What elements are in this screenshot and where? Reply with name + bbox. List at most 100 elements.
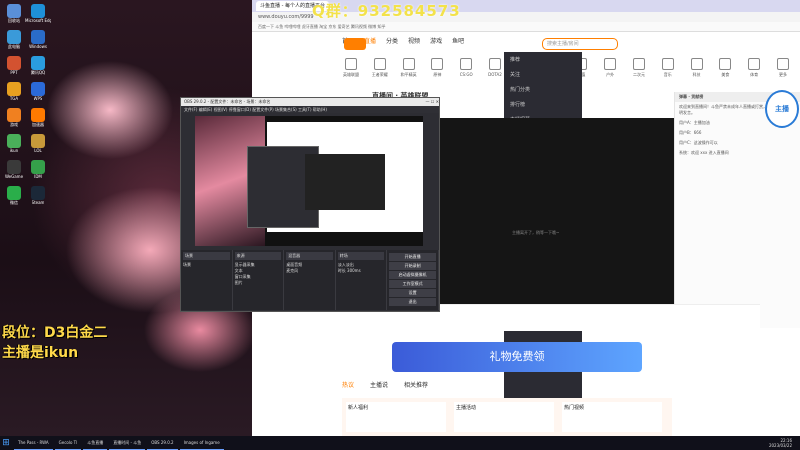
category-icon (748, 58, 761, 70)
search-input[interactable]: 搜索主播/房间 (542, 38, 618, 50)
taskbar-item[interactable]: Gecolo Tl (54, 437, 82, 450)
mascot-badge[interactable]: 主播 (765, 90, 799, 128)
category-icon (776, 58, 789, 70)
desktop-icon[interactable]: Microsoft Edge (25, 4, 51, 30)
site-logo[interactable] (344, 38, 366, 50)
category-item[interactable]: 王者荣耀 (371, 58, 389, 82)
category-item[interactable]: 更多 (774, 58, 792, 82)
bookmarks-bar[interactable]: 百度一下 斗鱼 哔哩哔哩 虎牙直播 淘宝 京东 爱奇艺 腾讯视频 微博 知乎 (252, 22, 800, 32)
app-icon (31, 186, 45, 200)
side-menu-item[interactable]: 热门分类 (504, 82, 582, 97)
obs-preview[interactable] (195, 116, 423, 246)
category-item[interactable]: DOTA2 (486, 58, 504, 82)
app-icon (31, 30, 45, 44)
desktop-icon[interactable]: WeGame (3, 160, 25, 186)
app-icon (31, 134, 45, 148)
obs-control-button[interactable]: 退出 (389, 298, 436, 306)
desktop-icon[interactable]: TGA (3, 82, 25, 108)
recommend-card[interactable]: 主播活动 (454, 402, 554, 432)
gift-banner[interactable]: 礼物免费领 (392, 342, 642, 372)
desktop-icon[interactable]: PPT (3, 56, 25, 82)
desktop-icon[interactable]: 回收站 (3, 4, 25, 30)
category-label: CS:GO (459, 72, 473, 77)
desktop-icon[interactable]: 微信 (3, 186, 25, 212)
desktop-icon-label: Steam (31, 200, 45, 205)
category-label: 音乐 (663, 72, 672, 77)
desktop-icon[interactable]: 游戏 (3, 108, 25, 134)
obs-control-button[interactable]: 启动虚拟摄像机 (389, 271, 436, 279)
dock-item[interactable]: 场景 (183, 262, 230, 268)
taskbar: ⊞ The Pass - RWA Gecolo Tl 斗鱼直播 直播时间 - 斗鱼 OB… (0, 436, 800, 450)
obs-menu-bar[interactable]: 文件(F) 编辑(E) 视图(V) 停靠窗口(D) 配置文件(P) 场景集合(S… (181, 106, 439, 113)
chat-message: 系统：欢迎 xxx 进入直播间 (679, 150, 729, 155)
dock-item[interactable]: 图片 (235, 280, 282, 286)
lower-tabs: 热议 主播说 相关推荐 (342, 380, 428, 389)
obs-window: OBS 29.0.2 - 配置文件：未命名 - 场景：未命名 — ☐ ✕ 文件(… (180, 97, 440, 312)
dock-header: 转场 (337, 252, 385, 260)
desktop-icon[interactable]: 腾讯QQ (27, 56, 49, 82)
app-icon (7, 186, 21, 200)
app-icon (7, 30, 21, 44)
obs-control-button[interactable]: 开始直播 (389, 253, 436, 261)
category-icon (402, 58, 415, 70)
category-item[interactable]: 英雄联盟 (342, 58, 360, 82)
recommend-card[interactable]: 新人福利 (346, 402, 446, 432)
category-item[interactable]: 科技 (688, 58, 706, 82)
dock-header: 混音器 (286, 252, 333, 260)
taskbar-item[interactable]: The Pass - RWA (14, 437, 53, 450)
desktop-icon[interactable]: Steam (27, 186, 49, 212)
obs-title-bar: OBS 29.0.2 - 配置文件：未命名 - 场景：未命名 — ☐ ✕ (181, 98, 439, 106)
category-label: 体育 (750, 72, 759, 77)
desktop-icon-label: 回收站 (8, 18, 20, 23)
nav-item[interactable]: 视频 (408, 36, 420, 45)
category-item[interactable]: 和平精英 (400, 58, 418, 82)
clock-date: 2023/03/22 (768, 443, 792, 448)
category-label: DOTA2 (488, 72, 502, 77)
recommend-card[interactable]: 热门视频 (562, 402, 662, 432)
side-menu-item[interactable]: 推荐 (504, 52, 582, 67)
desktop-icon[interactable]: 加速器 (27, 108, 49, 134)
taskbar-item[interactable]: Images of Ingame (179, 437, 224, 450)
side-menu-item[interactable]: 关注 (504, 67, 582, 82)
content-tab[interactable]: 相关推荐 (404, 380, 428, 389)
desktop-icon[interactable]: ikun (3, 134, 25, 160)
obs-control-button[interactable]: 开始录制 (389, 262, 436, 270)
category-icon (690, 58, 703, 70)
dock-header: 来源 (234, 252, 282, 260)
category-item[interactable]: 原神 (428, 58, 446, 82)
desktop-icon[interactable]: 此电脑 (3, 30, 25, 56)
category-item[interactable]: 美食 (716, 58, 734, 82)
category-label: 和平精英 (400, 72, 417, 77)
content-tab[interactable]: 热议 (342, 380, 354, 389)
dock-item[interactable]: 时长 300ms (338, 268, 385, 274)
window-controls[interactable]: — ☐ ✕ (426, 98, 439, 106)
nav-item[interactable]: 游戏 (430, 36, 442, 45)
category-label: 更多 (778, 72, 787, 77)
obs-control-button[interactable]: 设置 (389, 289, 436, 297)
category-item[interactable]: CS:GO (457, 58, 475, 82)
app-icon (31, 4, 45, 18)
category-item[interactable]: 音乐 (659, 58, 677, 82)
category-item[interactable]: 户外 (601, 58, 619, 82)
obs-control-button[interactable]: 工作室模式 (389, 280, 436, 288)
category-item[interactable]: 体育 (745, 58, 763, 82)
taskbar-item[interactable]: OBS 29.0.2 (147, 437, 178, 450)
category-item[interactable]: 二次元 (630, 58, 648, 82)
taskbar-item[interactable]: 斗鱼直播 (83, 437, 108, 450)
content-tab[interactable]: 主播说 (370, 380, 388, 389)
category-icon (661, 58, 674, 70)
nav-item[interactable]: 分类 (386, 36, 398, 45)
side-menu-item[interactable]: 排行榜 (504, 97, 582, 112)
windows-start-icon[interactable]: ⊞ (0, 436, 12, 450)
dock-item[interactable]: 麦克风 (286, 268, 333, 274)
qq-watermark: Q群：932584573 (312, 2, 461, 20)
category-icon (604, 58, 617, 70)
taskbar-item[interactable]: 直播时间 - 斗鱼 (109, 437, 146, 450)
desktop-icon[interactable]: Windows (27, 30, 49, 56)
desktop-icon-label: 加速器 (32, 122, 44, 127)
desktop-icon[interactable]: WPS (27, 82, 49, 108)
clock[interactable]: 22:16 2023/03/22 (769, 438, 800, 448)
desktop-icon[interactable]: IDM (27, 160, 49, 186)
desktop-icon[interactable]: LOL (27, 134, 49, 160)
nav-item[interactable]: 鱼吧 (452, 36, 464, 45)
